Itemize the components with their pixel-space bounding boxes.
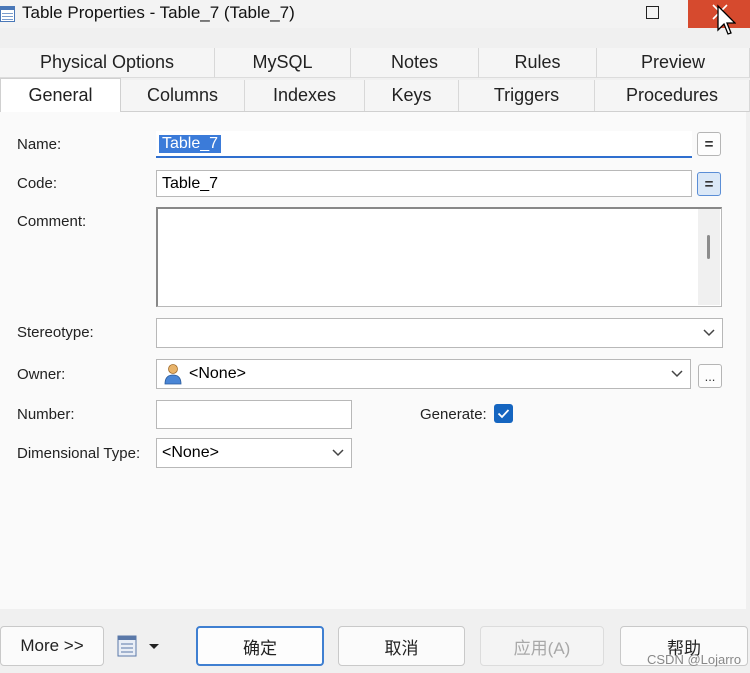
table-app-icon bbox=[0, 6, 15, 22]
owner-value: <None> bbox=[189, 365, 246, 382]
tab-triggers[interactable]: Triggers bbox=[459, 80, 595, 112]
ok-button[interactable]: 确定 bbox=[196, 626, 324, 666]
stereotype-select[interactable] bbox=[156, 318, 723, 348]
tab-columns[interactable]: Columns bbox=[121, 80, 245, 112]
comment-label: Comment: bbox=[17, 213, 87, 230]
apply-button[interactable]: 应用(A) bbox=[480, 626, 604, 666]
comment-scrollbar[interactable] bbox=[698, 209, 720, 305]
list-menu-button[interactable] bbox=[116, 634, 166, 658]
list-icon bbox=[117, 635, 137, 657]
tab-notes[interactable]: Notes bbox=[351, 48, 479, 78]
user-icon bbox=[164, 364, 182, 385]
code-value: Table_7 bbox=[162, 174, 219, 192]
chevron-down-icon bbox=[332, 449, 344, 457]
name-label: Name: bbox=[17, 136, 62, 153]
code-field[interactable]: Table_7 bbox=[156, 170, 692, 197]
tab-preview[interactable]: Preview bbox=[597, 48, 750, 78]
mouse-cursor-icon bbox=[717, 4, 736, 35]
title-bar: Table Properties - Table_7 (Table_7) bbox=[0, 0, 750, 35]
comment-textarea[interactable] bbox=[156, 207, 722, 307]
owner-browse-button[interactable]: ... bbox=[698, 364, 722, 388]
owner-select[interactable]: <None> bbox=[156, 359, 691, 389]
tab-physical-options[interactable]: Physical Options bbox=[0, 48, 215, 78]
dimensional-type-label: Dimensional Type: bbox=[17, 445, 141, 462]
window-title: Table Properties - Table_7 (Table_7) bbox=[22, 3, 295, 22]
chevron-down-icon bbox=[671, 370, 683, 378]
more-button[interactable]: More >> bbox=[0, 626, 104, 666]
tab-keys[interactable]: Keys bbox=[365, 80, 459, 112]
tab-indexes[interactable]: Indexes bbox=[245, 80, 365, 112]
tab-general[interactable]: General bbox=[0, 78, 121, 112]
name-to-code-button[interactable]: = bbox=[697, 132, 721, 156]
name-field[interactable]: Table_7 bbox=[156, 131, 692, 158]
maximize-icon bbox=[646, 6, 659, 19]
dropdown-arrow-icon bbox=[149, 644, 159, 649]
tab-rules[interactable]: Rules bbox=[479, 48, 597, 78]
comment-scrollbar-thumb[interactable] bbox=[707, 235, 710, 259]
maximize-button[interactable] bbox=[638, 0, 668, 28]
generate-label: Generate: bbox=[420, 406, 487, 423]
owner-label: Owner: bbox=[17, 366, 66, 383]
number-field[interactable] bbox=[156, 400, 352, 429]
number-label: Number: bbox=[17, 406, 75, 423]
stereotype-label: Stereotype: bbox=[17, 324, 94, 341]
tab-mysql[interactable]: MySQL bbox=[215, 48, 351, 78]
name-value: Table_7 bbox=[159, 134, 222, 153]
code-label: Code: bbox=[17, 175, 58, 192]
code-to-name-button[interactable]: = bbox=[697, 172, 721, 196]
checkmark-icon bbox=[497, 409, 510, 419]
tab-procedures[interactable]: Procedures bbox=[595, 80, 750, 112]
chevron-down-icon bbox=[703, 329, 715, 337]
dimensional-type-value: <None> bbox=[162, 444, 219, 461]
dimensional-type-select[interactable]: <None> bbox=[156, 438, 352, 468]
watermark-text: CSDN @Lojarro bbox=[647, 652, 742, 667]
cancel-button[interactable]: 取消 bbox=[338, 626, 465, 666]
generate-checkbox[interactable] bbox=[494, 404, 513, 423]
